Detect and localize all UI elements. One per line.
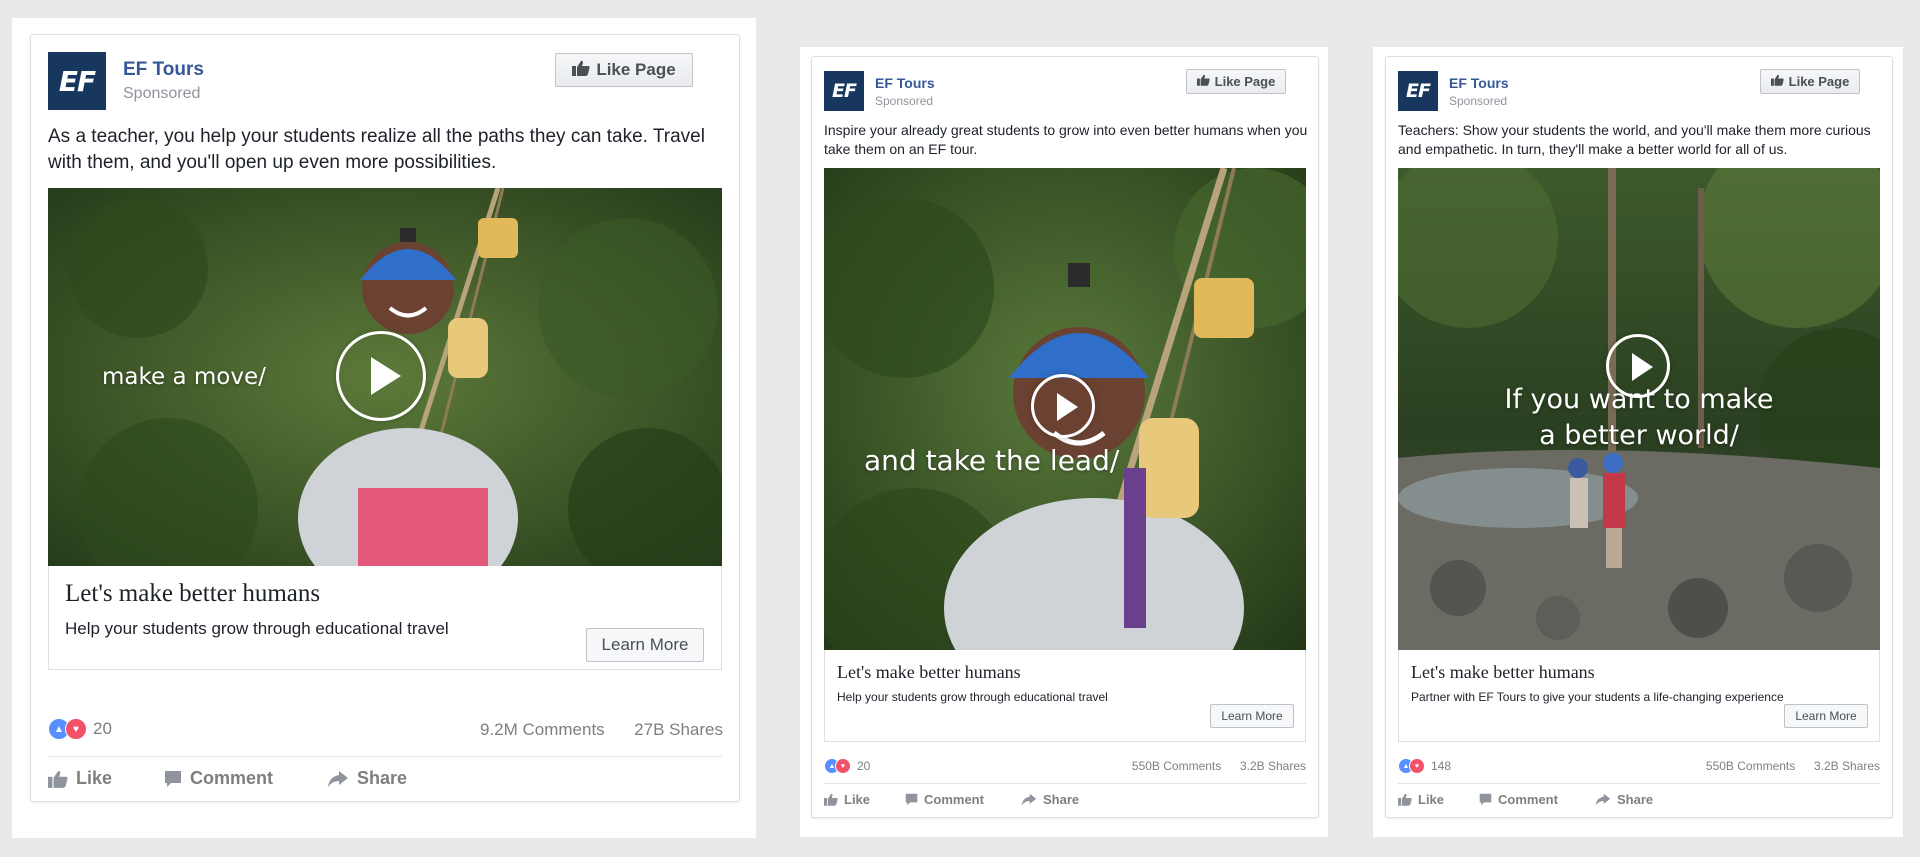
sponsored-label: Sponsored (1449, 94, 1508, 108)
share-arrow-icon (328, 770, 348, 787)
post-text: As a teacher, you help your students rea… (48, 126, 705, 173)
ef-logo[interactable]: EF (824, 71, 864, 111)
play-icon[interactable] (1031, 374, 1095, 438)
ef-logo[interactable]: EF (1398, 71, 1438, 111)
thumbs-up-icon (824, 793, 838, 806)
link-description: Partner with EF Tours to give your stude… (1411, 690, 1784, 704)
play-triangle (1632, 353, 1654, 381)
share-action[interactable]: Share (1021, 792, 1079, 807)
comments-count[interactable]: 550B Comments (1706, 759, 1795, 773)
link-headline[interactable]: Let's make better humans (837, 662, 1021, 683)
thumbs-up-icon (1196, 74, 1210, 89)
shares-count[interactable]: 3.2B Shares (1814, 759, 1880, 773)
share-arrow-icon (1595, 793, 1611, 806)
love-reaction-icon: ♥ (1409, 758, 1425, 774)
like-page-button[interactable]: Like Page (1186, 69, 1286, 94)
play-triangle (371, 356, 402, 395)
shares-count[interactable]: 27B Shares (634, 720, 723, 739)
share-arrow-icon (1021, 793, 1037, 806)
logo-text: EF (1406, 80, 1431, 102)
like-action[interactable]: Like (824, 792, 870, 807)
post-text: Inspire your already great students to g… (824, 122, 1308, 157)
reaction-count: 148 (1431, 759, 1452, 773)
like-page-label: Like Page (1788, 74, 1850, 89)
reactions[interactable]: ▲ ♥ 20 (824, 758, 870, 774)
comment-label: Comment (924, 792, 984, 807)
video-thumbnail[interactable]: If you want to make a better world/ (1398, 168, 1880, 650)
logo-text: EF (58, 64, 96, 98)
page-name-link[interactable]: EF Tours (1449, 75, 1509, 91)
link-preview[interactable]: Let's make better humans Partner with EF… (1398, 650, 1880, 742)
comment-icon (1479, 793, 1492, 806)
learn-more-button[interactable]: Learn More (1210, 704, 1294, 728)
reaction-count: 20 (857, 759, 871, 773)
link-preview[interactable]: Let's make better humans Help your stude… (48, 566, 722, 670)
divider (824, 783, 1306, 784)
reactions[interactable]: ▲ ♥ 20 (48, 718, 112, 740)
ef-logo[interactable]: EF (48, 52, 106, 110)
thumbs-up-icon (1398, 793, 1412, 806)
reactions[interactable]: ▲ ♥ 148 (1398, 758, 1451, 774)
post-text: Teachers: Show your students the world, … (1398, 122, 1871, 157)
share-label: Share (357, 768, 408, 788)
like-page-button[interactable]: Like Page (1760, 69, 1860, 94)
link-description: Help your students grow through educatio… (65, 619, 449, 638)
comment-action[interactable]: Comment (905, 792, 984, 807)
ad-card-2: EF EF Tours Sponsored Like Page Inspire … (811, 56, 1319, 818)
engagement-stats: 550B Comments 3.2B Shares (1132, 759, 1306, 773)
comment-icon (165, 770, 181, 787)
comment-action[interactable]: Comment (1479, 792, 1558, 807)
comment-label: Comment (1498, 792, 1558, 807)
video-thumbnail[interactable]: and take the lead/ (824, 168, 1306, 650)
ad-card-1: EF EF Tours Sponsored Like Page As a tea… (30, 34, 740, 802)
like-action[interactable]: Like (1398, 792, 1444, 807)
share-action[interactable]: Share (1595, 792, 1653, 807)
thumbs-up-icon (1770, 74, 1784, 89)
like-label: Like (844, 792, 871, 807)
share-label: Share (1043, 792, 1080, 807)
thumbs-up-icon (572, 60, 590, 81)
link-headline[interactable]: Let's make better humans (65, 580, 320, 608)
play-icon[interactable] (1606, 334, 1670, 398)
like-page-label: Like Page (596, 60, 676, 79)
sponsored-label: Sponsored (123, 85, 201, 102)
link-headline[interactable]: Let's make better humans (1411, 662, 1595, 683)
learn-more-button[interactable]: Learn More (586, 628, 704, 662)
logo-text: EF (832, 80, 857, 102)
reaction-count: 20 (93, 719, 112, 738)
divider (1398, 783, 1880, 784)
comments-count[interactable]: 9.2M Comments (480, 720, 605, 739)
ad-card-3: EF EF Tours Sponsored Like Page Teachers… (1385, 56, 1893, 818)
love-reaction-icon: ♥ (835, 758, 851, 774)
like-label: Like (1418, 792, 1445, 807)
sponsored-label: Sponsored (875, 94, 934, 108)
video-overlay-text: make a move/ (102, 364, 266, 390)
learn-more-button[interactable]: Learn More (1784, 704, 1868, 728)
thumbs-up-icon (48, 770, 68, 788)
like-label: Like (76, 768, 113, 788)
comment-icon (905, 793, 918, 806)
link-description: Help your students grow through educatio… (837, 690, 1108, 704)
comment-action[interactable]: Comment (164, 768, 273, 789)
link-preview[interactable]: Let's make better humans Help your stude… (824, 650, 1306, 742)
like-page-button[interactable]: Like Page (555, 53, 693, 87)
divider (48, 756, 722, 757)
play-triangle (1057, 393, 1079, 421)
video-overlay-line-2: a better world/ (1539, 420, 1739, 451)
video-overlay-text: and take the lead/ (864, 444, 1120, 477)
engagement-stats: 550B Comments 3.2B Shares (1706, 759, 1880, 773)
shares-count[interactable]: 3.2B Shares (1240, 759, 1306, 773)
page-name-link[interactable]: EF Tours (123, 59, 204, 81)
share-action[interactable]: Share (327, 768, 407, 789)
like-action[interactable]: Like (48, 768, 112, 789)
share-label: Share (1617, 792, 1654, 807)
love-reaction-icon: ♥ (65, 718, 87, 740)
play-icon[interactable] (336, 331, 426, 421)
like-page-label: Like Page (1214, 74, 1276, 89)
engagement-stats: 9.2M Comments 27B Shares (480, 720, 723, 740)
page-name-link[interactable]: EF Tours (875, 75, 935, 91)
video-thumbnail[interactable]: make a move/ (48, 188, 722, 566)
comments-count[interactable]: 550B Comments (1132, 759, 1221, 773)
comment-label: Comment (190, 768, 274, 788)
